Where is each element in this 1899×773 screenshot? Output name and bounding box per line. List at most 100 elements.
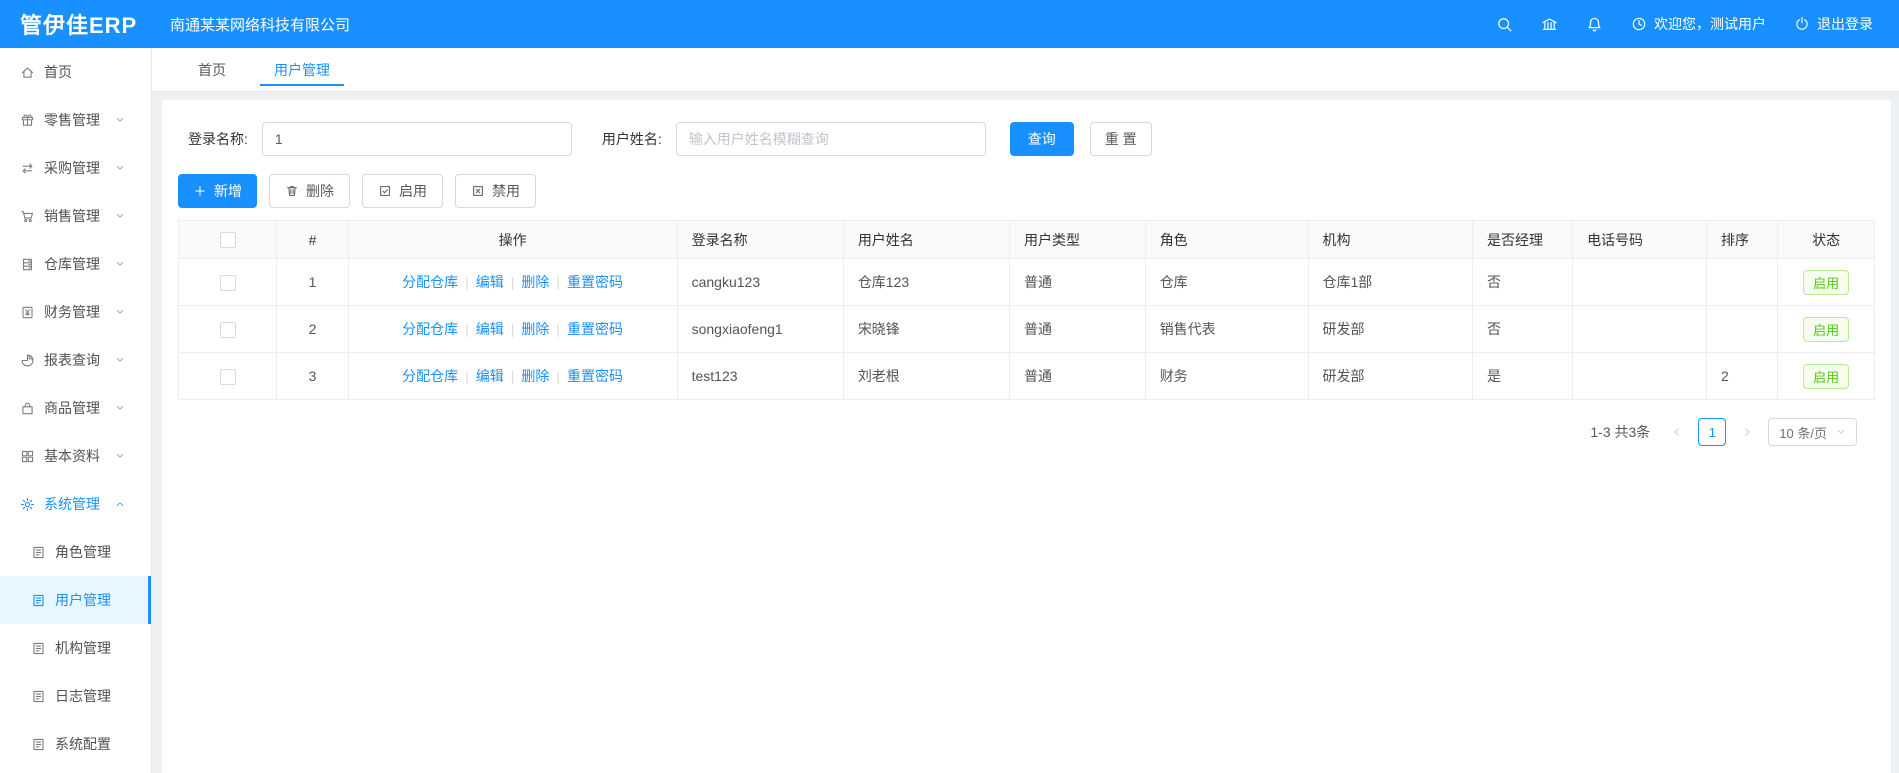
sidebar-item-label: 报表查询 (44, 352, 100, 368)
user-welcome[interactable]: 欢迎您，测试用户 (1631, 14, 1766, 34)
row-checkbox[interactable] (219, 274, 236, 291)
home-icon (20, 65, 35, 80)
top-bar: 管伊佳ERP 南通某某网络科技有限公司 欢迎您，测试用户 退出登录 (0, 0, 1899, 48)
cell-login-name: songxiaofeng1 (676, 305, 844, 353)
col-header-排序: 排序 (1706, 220, 1779, 259)
sidebar-item-商品管理[interactable]: 商品管理 (0, 384, 151, 432)
chevron-down-icon (115, 307, 125, 317)
chevron-down-icon (115, 163, 125, 173)
op-separator: | (465, 368, 469, 384)
sidebar-item-零售管理[interactable]: 零售管理 (0, 96, 151, 144)
doc-icon (31, 641, 46, 656)
op-separator: | (510, 321, 515, 337)
row-checkbox[interactable] (219, 368, 236, 385)
cell-role: 销售代表 (1144, 305, 1309, 353)
cell-status: 启用 (1777, 258, 1875, 306)
cell-is-manager: 否 (1471, 305, 1574, 353)
sidebar-item-label: 仓库管理 (44, 256, 100, 272)
col-header-机构: 机构 (1307, 220, 1473, 259)
main-area: 首页 用户管理 登录名称: 用户姓名: 查询 重 置 新增 (152, 48, 1899, 773)
op-link-删除[interactable]: 删除 (521, 321, 549, 337)
filter-form: 登录名称: 用户姓名: 查询 重 置 (188, 122, 1875, 156)
bag-icon (20, 401, 35, 416)
user-name-input[interactable] (675, 122, 986, 156)
search-icon[interactable] (1496, 16, 1513, 33)
sidebar-item-报表查询[interactable]: 报表查询 (0, 336, 151, 384)
op-link-删除[interactable]: 删除 (521, 368, 549, 384)
sidebar-item-采购管理[interactable]: 采购管理 (0, 144, 151, 192)
col-header-#: # (276, 220, 349, 259)
cell-user-name: 仓库123 (842, 258, 1011, 306)
cell-sort (1706, 258, 1779, 306)
logout-text: 退出登录 (1817, 16, 1873, 32)
next-page-icon[interactable] (1736, 421, 1758, 443)
op-separator: | (510, 368, 515, 384)
welcome-text: 欢迎您，测试用户 (1654, 16, 1766, 32)
op-link-重置密码[interactable]: 重置密码 (567, 321, 623, 337)
sidebar-item-label: 商品管理 (44, 400, 100, 416)
chevron-down-icon (115, 355, 125, 365)
cell-operations: 分配仓库 | 编辑 | 删除 | 重置密码 (347, 305, 678, 353)
sidebar-item-label: 零售管理 (44, 112, 100, 128)
op-link-编辑[interactable]: 编辑 (476, 368, 504, 384)
doc-icon (31, 593, 46, 608)
table-row: 1 分配仓库 | 编辑 | 删除 | 重置密码 cangku123 仓库123 普通 仓库 仓库1部否 启… (177, 258, 1875, 306)
company-name: 南通某某网络科技有限公司 (170, 16, 351, 34)
page-number[interactable]: 1 (1698, 418, 1727, 446)
prev-page-icon[interactable] (1666, 421, 1688, 443)
sidebar-item-仓库管理[interactable]: 仓库管理 (0, 240, 151, 288)
op-link-重置密码[interactable]: 重置密码 (567, 274, 623, 290)
page-size-select[interactable]: 10 条/页 (1768, 418, 1857, 446)
plus-icon (193, 184, 207, 198)
table-body: 1 分配仓库 | 编辑 | 删除 | 重置密码 cangku123 仓库123 普通 仓库 仓库1部否启… (177, 258, 1875, 400)
op-link-重置密码[interactable]: 重置密码 (567, 368, 623, 384)
cell-checkbox (177, 352, 278, 400)
cell-user-name: 宋晓锋 (842, 305, 1011, 353)
sidebar-item-角色管理[interactable]: 角色管理 (0, 528, 151, 576)
sidebar-menu: 首页零售管理采购管理销售管理仓库管理财务管理报表查询商品管理基本资料 系统管理 角色… (0, 48, 152, 773)
logout-button[interactable]: 退出登录 (1794, 14, 1873, 34)
sidebar-item-用户管理[interactable]: 用户管理 (0, 576, 151, 624)
disable-button[interactable]: 禁用 (455, 174, 536, 208)
search-button[interactable]: 查询 (1009, 122, 1074, 156)
sidebar-item-销售管理[interactable]: 销售管理 (0, 192, 151, 240)
enable-button[interactable]: 启用 (362, 174, 443, 208)
select-all-checkbox[interactable] (219, 232, 236, 249)
warehouse-icon (20, 257, 35, 272)
login-name-input[interactable] (261, 122, 572, 156)
cell-index: 3 (276, 352, 349, 400)
sidebar-item-机构管理[interactable]: 机构管理 (0, 624, 151, 672)
sidebar-item-日志管理[interactable]: 日志管理 (0, 672, 151, 720)
reset-button[interactable]: 重 置 (1089, 122, 1152, 156)
cell-org: 研发部 (1307, 305, 1473, 353)
op-link-删除[interactable]: 删除 (521, 274, 549, 290)
op-separator: | (465, 274, 469, 290)
sidebar-item-首页[interactable]: 首页 (0, 48, 151, 96)
tab-user-management[interactable]: 用户管理 (260, 48, 344, 91)
status-badge: 启用 (1803, 269, 1850, 295)
delete-button[interactable]: 删除 (269, 174, 350, 208)
sidebar-item-系统管理[interactable]: 系统管理 (0, 480, 151, 528)
op-link-分配仓库[interactable]: 分配仓库 (402, 274, 458, 290)
op-link-分配仓库[interactable]: 分配仓库 (402, 368, 458, 384)
cell-user-type: 普通 (1009, 258, 1146, 306)
tab-home[interactable]: 首页 (184, 48, 240, 91)
op-link-编辑[interactable]: 编辑 (476, 321, 504, 337)
cell-sort (1706, 305, 1779, 353)
sidebar-item-财务管理[interactable]: 财务管理 (0, 288, 151, 336)
doc-icon (31, 689, 46, 704)
sidebar-item-系统配置[interactable]: 系统配置 (0, 720, 151, 768)
bell-icon[interactable] (1586, 16, 1603, 33)
col-header-登录名称: 登录名称 (676, 220, 844, 259)
row-checkbox[interactable] (219, 321, 236, 338)
bank-icon[interactable] (1541, 16, 1558, 33)
sidebar-item-基本资料[interactable]: 基本资料 (0, 432, 151, 480)
cell-role: 仓库 (1144, 258, 1309, 306)
app-logo: 管伊佳ERP (20, 13, 138, 38)
chevron-up-icon (115, 499, 125, 509)
chevron-down-icon (115, 451, 125, 461)
sidebar-item-label: 销售管理 (44, 208, 100, 224)
add-button[interactable]: 新增 (178, 174, 257, 208)
op-link-分配仓库[interactable]: 分配仓库 (402, 321, 458, 337)
op-link-编辑[interactable]: 编辑 (476, 274, 504, 290)
